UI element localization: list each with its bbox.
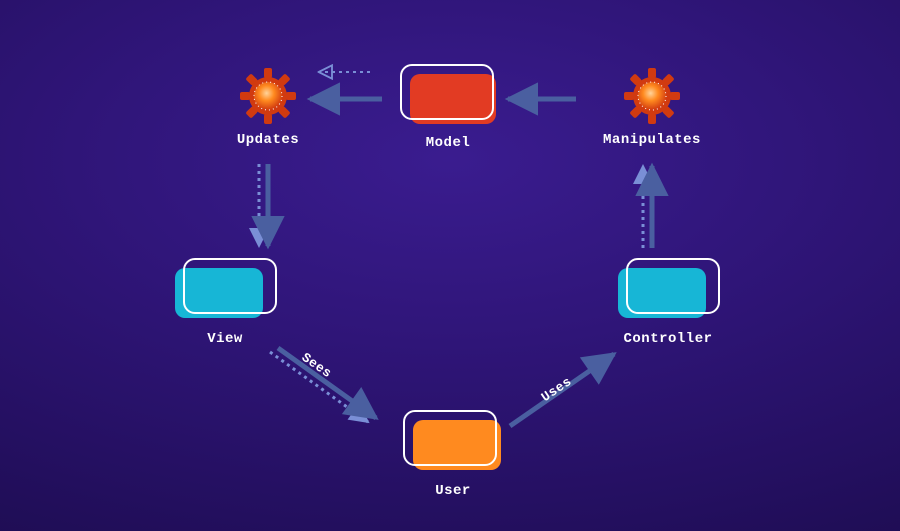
node-view: View xyxy=(160,258,290,347)
node-manipulates: Manipulates xyxy=(582,68,722,148)
arrow-model-to-updates-ghost xyxy=(316,66,374,78)
node-controller-label: Controller xyxy=(598,331,738,347)
node-model: Model xyxy=(388,64,508,151)
node-model-label: Model xyxy=(388,135,508,151)
node-user: User xyxy=(388,410,518,499)
node-updates: Updates xyxy=(208,68,328,148)
arrow-controller-to-manipulates xyxy=(636,160,660,252)
arrow-updates-to-view xyxy=(252,160,276,252)
node-manipulates-label: Manipulates xyxy=(582,132,722,148)
node-view-label: View xyxy=(160,331,290,347)
node-controller: Controller xyxy=(598,258,738,347)
mvc-diagram: Updates Model xyxy=(0,0,900,531)
gear-icon xyxy=(624,68,680,124)
node-updates-label: Updates xyxy=(208,132,328,148)
node-user-label: User xyxy=(388,483,518,499)
arrow-manipulates-to-model xyxy=(502,92,580,106)
gear-icon xyxy=(240,68,296,124)
arrow-model-to-updates xyxy=(304,92,384,106)
